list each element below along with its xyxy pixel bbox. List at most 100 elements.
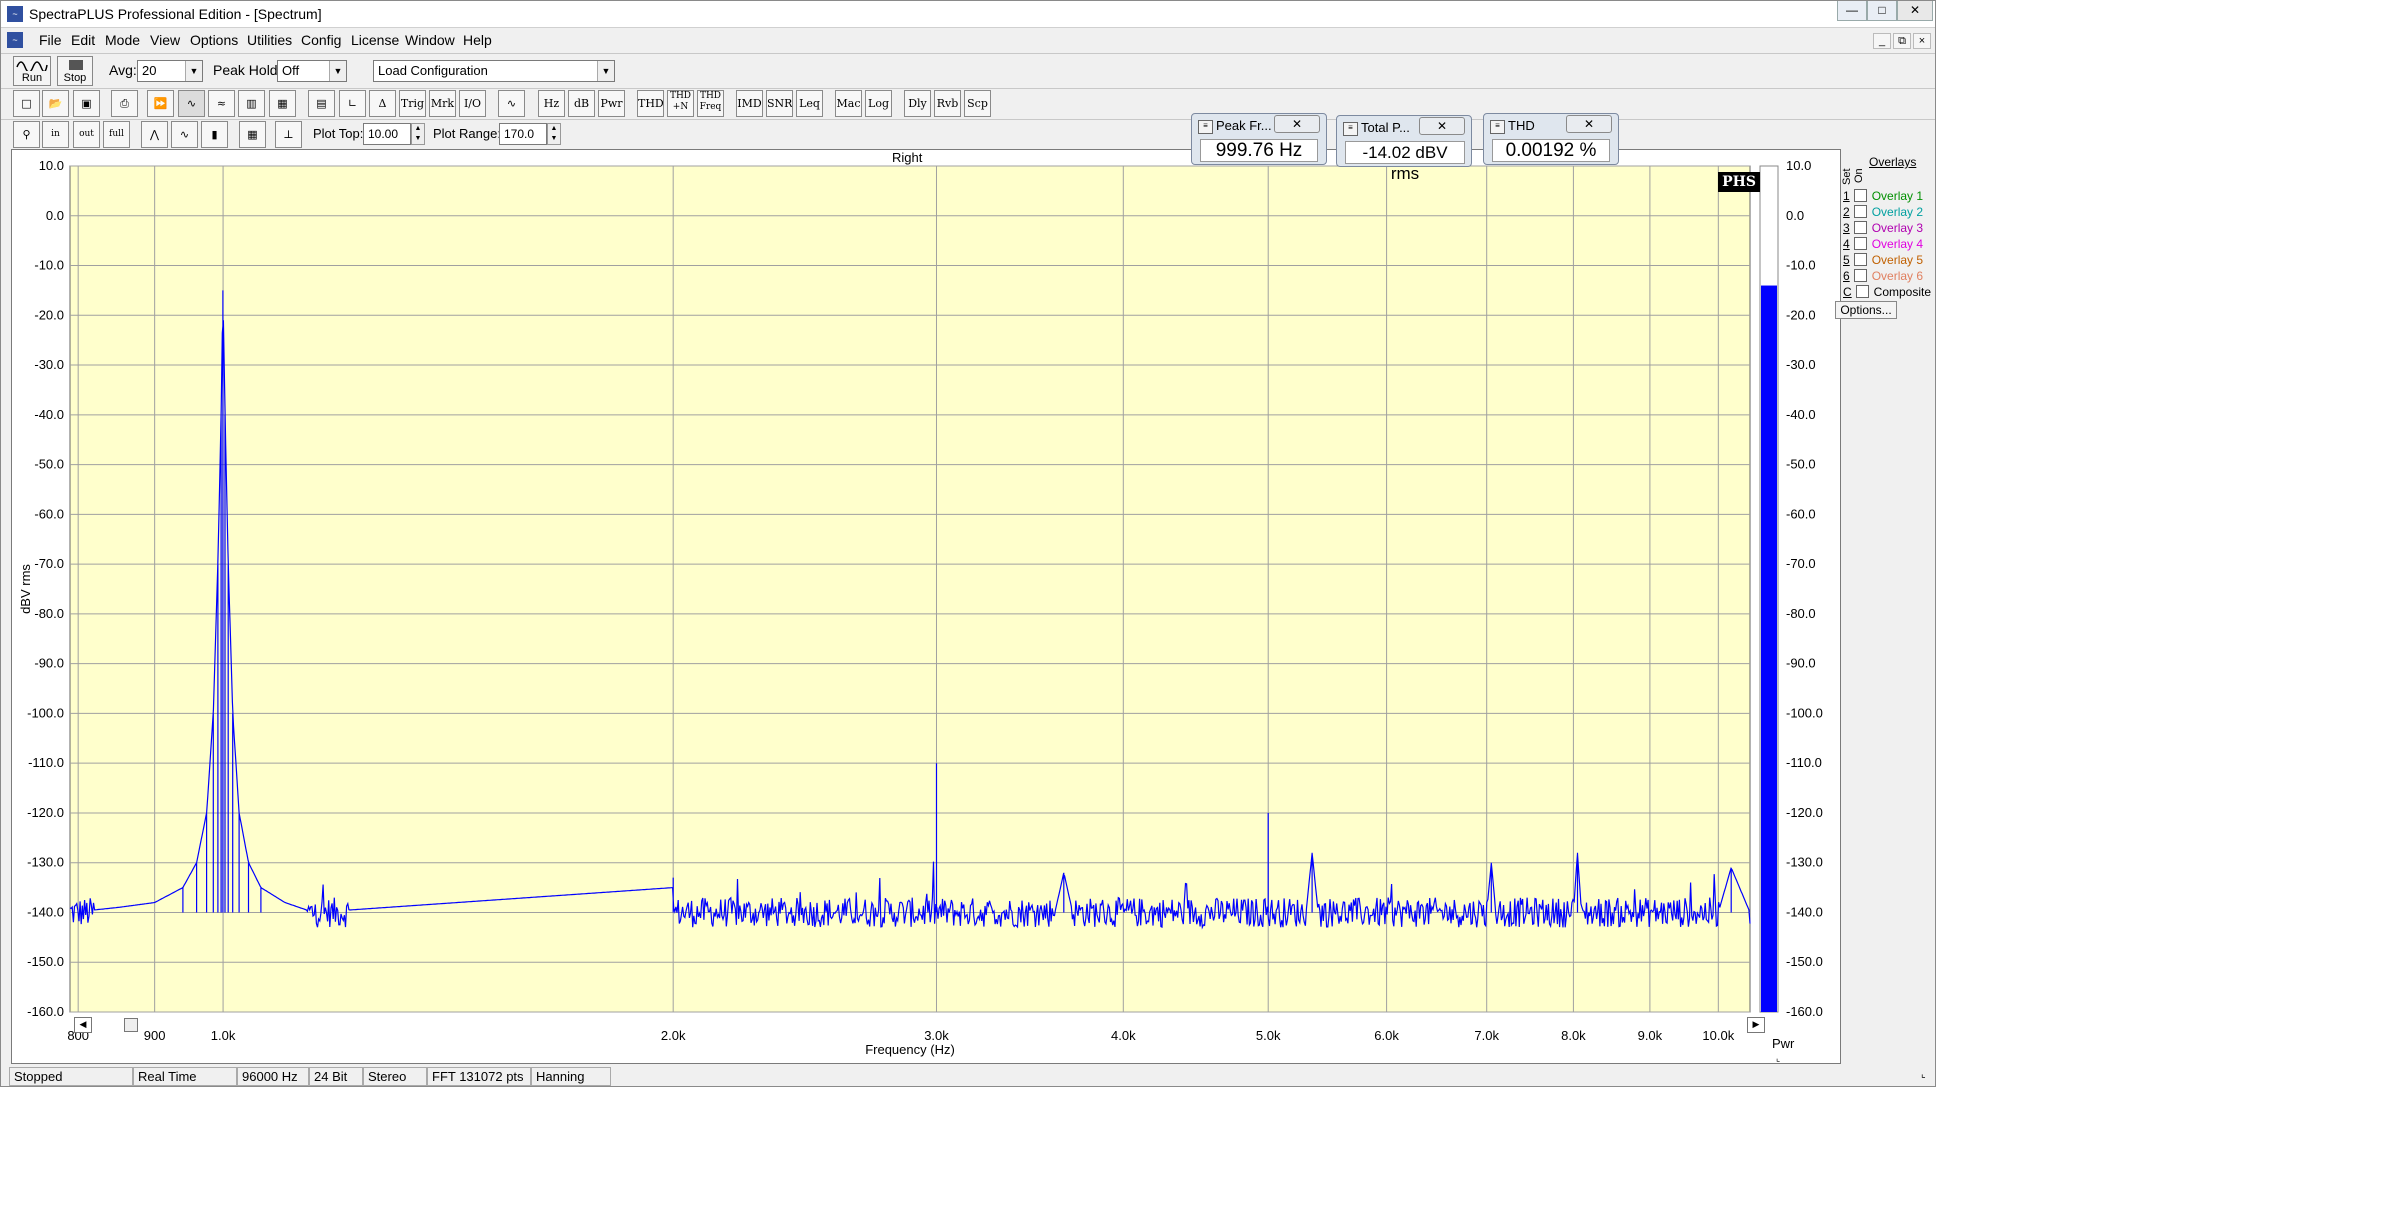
plot-range-input[interactable]: 170.0	[499, 123, 547, 145]
stop-button[interactable]: Stop	[57, 56, 93, 86]
axis-icon[interactable]: ∟	[339, 90, 366, 117]
overlay-options-button[interactable]: Options...	[1835, 301, 1897, 319]
table-icon[interactable]: ▦	[239, 121, 266, 148]
scroll-left-button[interactable]: ◀	[74, 1017, 92, 1033]
overlay-checkbox[interactable]	[1853, 237, 1867, 250]
trig-button[interactable]: Trig	[399, 90, 426, 117]
mdi-document-icon[interactable]: ~	[7, 32, 23, 48]
mdi-close-icon[interactable]: ×	[1913, 33, 1931, 49]
menu-options[interactable]: Options	[190, 32, 238, 48]
overlay-item[interactable]: 6 Overlay 6	[1843, 269, 1923, 285]
run-button[interactable]: Run	[13, 56, 51, 86]
rvb-button[interactable]: Rvb	[934, 90, 961, 117]
meter-menu-icon[interactable]: ≡	[1198, 120, 1213, 134]
zoom-out-full-icon[interactable]: full	[103, 121, 130, 148]
fast-forward-icon[interactable]: ⏩	[147, 90, 174, 117]
spectrum-app-icon[interactable]: ~	[7, 6, 23, 22]
generator-icon[interactable]: ∿	[498, 90, 525, 117]
overlay-checkbox[interactable]	[1853, 189, 1867, 202]
overlay-checkbox[interactable]	[1853, 221, 1867, 234]
meter-close-icon[interactable]: ✕	[1566, 115, 1612, 133]
overlay-item[interactable]: 4 Overlay 4	[1843, 237, 1923, 253]
menu-help[interactable]: Help	[463, 32, 492, 48]
close-button[interactable]: ✕	[1897, 1, 1933, 21]
reference-icon[interactable]: Δ	[369, 90, 396, 117]
meter-menu-icon[interactable]: ≡	[1343, 122, 1358, 136]
zoom-out-2x-icon[interactable]: out	[73, 121, 100, 148]
scp-button[interactable]: Scp	[964, 90, 991, 117]
menu-config[interactable]: Config	[301, 32, 341, 48]
meter-close-icon[interactable]: ✕	[1419, 117, 1465, 135]
overlay-set-key[interactable]: C	[1843, 285, 1852, 299]
peak-frequency-meter[interactable]: ≡ Peak Fr... ✕ 999.76 Hz	[1191, 113, 1327, 165]
mrk-button[interactable]: Mrk	[429, 90, 456, 117]
meter-close-icon[interactable]: ✕	[1274, 115, 1320, 133]
io-button[interactable]: I/O	[459, 90, 486, 117]
plot-range-spinner[interactable]: ▲ ▼	[547, 123, 561, 145]
snr-button[interactable]: SNR	[766, 90, 793, 117]
open-file-icon[interactable]: 📂	[42, 90, 69, 117]
spectrum-mode-icon[interactable]: ∿	[178, 90, 205, 117]
thd-freq-button[interactable]: THD Freq	[697, 90, 724, 117]
imd-button[interactable]: IMD	[736, 90, 763, 117]
menu-mode[interactable]: Mode	[105, 32, 140, 48]
waveform-icon[interactable]: ≈	[208, 90, 235, 117]
smooth-icon[interactable]: ∿	[171, 121, 198, 148]
log-button[interactable]: Log	[865, 90, 892, 117]
plot-top-spinner[interactable]: ▲ ▼	[411, 123, 425, 145]
avg-select[interactable]: 20 ▼	[137, 60, 203, 82]
overlay-set-key[interactable]: 3	[1843, 221, 1850, 235]
overlay-set-key[interactable]: 6	[1843, 269, 1850, 283]
total-power-meter[interactable]: ≡ Total P... ✕ -14.02 dBV rms	[1336, 115, 1472, 183]
menu-license[interactable]: License	[351, 32, 399, 48]
thd-button[interactable]: THD	[637, 90, 664, 117]
calculator-icon[interactable]: ▤	[308, 90, 335, 117]
overlay-checkbox[interactable]	[1853, 205, 1867, 218]
zoom-in-2x-icon[interactable]: in	[42, 121, 69, 148]
scroll-right-button[interactable]: ▶	[1747, 1017, 1765, 1033]
overlay-checkbox[interactable]	[1855, 285, 1869, 298]
mac-button[interactable]: Mac	[835, 90, 862, 117]
spectrogram-icon[interactable]: ▥	[238, 90, 265, 117]
resize-grip-icon[interactable]: ⌞	[1776, 1054, 1784, 1063]
minimize-button[interactable]: —	[1837, 1, 1867, 21]
pwr-button[interactable]: Pwr	[598, 90, 625, 117]
zoom-icon[interactable]: ⚲	[13, 121, 40, 148]
overlay-item[interactable]: 3 Overlay 3	[1843, 221, 1923, 237]
print-icon[interactable]: ⎙	[111, 90, 138, 117]
3d-surface-icon[interactable]: ▦	[269, 90, 296, 117]
leq-button[interactable]: Leq	[796, 90, 823, 117]
overlay-set-key[interactable]: 1	[1843, 189, 1850, 203]
scroll-thumb[interactable]	[124, 1018, 138, 1032]
plot-top-input[interactable]: 10.00	[363, 123, 411, 145]
mdi-restore-icon[interactable]: ⧉	[1893, 33, 1911, 49]
spectrum-chart[interactable]: 10.0 10.0 0.0 0.0 -10.0 -10.0 -20.0 -20.0 -30.0 -…	[12, 150, 1840, 1063]
menu-utilities[interactable]: Utilities	[247, 32, 292, 48]
menu-file[interactable]: File	[39, 32, 62, 48]
hz-button[interactable]: Hz	[538, 90, 565, 117]
meter-menu-icon[interactable]: ≡	[1490, 120, 1505, 134]
menu-view[interactable]: View	[150, 32, 180, 48]
overlay-checkbox[interactable]	[1853, 253, 1867, 266]
overlay-set-key[interactable]: 4	[1843, 237, 1850, 251]
cursor-icon[interactable]: ⊥	[275, 121, 302, 148]
new-file-icon[interactable]: □	[13, 90, 40, 117]
dly-button[interactable]: Dly	[904, 90, 931, 117]
db-button[interactable]: dB	[568, 90, 595, 117]
configuration-select[interactable]: Load Configuration ▼	[373, 60, 615, 82]
thd-meter[interactable]: ≡ THD ✕ 0.00192 %	[1483, 113, 1619, 165]
overlay-item[interactable]: C Composite	[1843, 285, 1931, 301]
status-resize-grip-icon[interactable]: ⌞	[1921, 1069, 1926, 1080]
overlay-set-key[interactable]: 2	[1843, 205, 1850, 219]
overlay-item[interactable]: 5 Overlay 5	[1843, 253, 1923, 269]
save-icon[interactable]: ▣	[73, 90, 100, 117]
overlay-set-key[interactable]: 5	[1843, 253, 1850, 267]
menu-edit[interactable]: Edit	[71, 32, 95, 48]
thd-n-button[interactable]: THD +N	[667, 90, 694, 117]
overlay-item[interactable]: 1 Overlay 1	[1843, 189, 1923, 205]
maximize-button[interactable]: □	[1867, 1, 1897, 21]
menu-window[interactable]: Window	[405, 32, 455, 48]
mdi-minimize-icon[interactable]: _	[1873, 33, 1891, 49]
peak-icon[interactable]: ⋀	[141, 121, 168, 148]
peak-hold-select[interactable]: Off ▼	[277, 60, 347, 82]
